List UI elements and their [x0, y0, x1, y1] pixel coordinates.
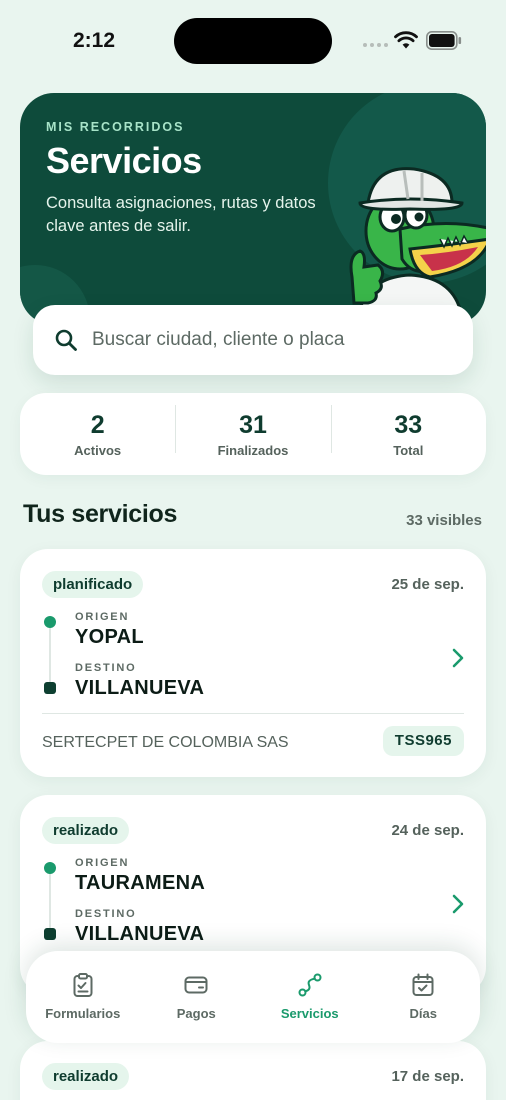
wifi-icon	[394, 31, 418, 49]
tab-label: Formularios	[45, 1006, 121, 1021]
tab-label: Servicios	[280, 1006, 339, 1021]
destination-label: DESTINO	[75, 662, 137, 674]
clipboard-icon	[73, 973, 93, 997]
page-title: Servicios	[46, 140, 202, 181]
destination-marker-icon	[44, 682, 56, 694]
stat-activos: 2 Activos	[20, 411, 175, 458]
route-icon	[298, 973, 322, 997]
section-title: Tus servicios	[23, 500, 178, 528]
visible-count: 33 visibles	[406, 512, 482, 529]
origin-label: ORIGEN	[75, 857, 130, 869]
tab-servicios[interactable]: Servicios	[253, 951, 367, 1043]
service-card[interactable]: planificado 25 de sep. ORIGEN YOPAL DEST…	[20, 549, 486, 777]
hero-description: Consulta asignaciones, rutas y datos cla…	[46, 194, 316, 235]
bottom-tab-bar: Formularios Pagos Servicios Días	[26, 951, 480, 1043]
stat-value: 33	[394, 410, 423, 439]
tab-dias[interactable]: Días	[367, 951, 481, 1043]
divider	[42, 713, 464, 714]
stat-label: Activos	[74, 442, 122, 458]
calendar-icon	[412, 973, 434, 996]
status-bar: 2:12	[0, 0, 506, 84]
stat-label: Finalizados	[217, 442, 289, 458]
service-date: 24 de sep.	[391, 822, 464, 839]
stat-value: 2	[90, 410, 105, 439]
origin-marker-icon	[44, 862, 56, 874]
tab-pagos[interactable]: Pagos	[140, 951, 254, 1043]
service-card[interactable]: realizado 17 de sep.	[20, 1041, 486, 1100]
origin-city: TAURAMENA	[75, 872, 206, 894]
crocodile-mascot-icon	[349, 167, 486, 325]
tab-formularios[interactable]: Formularios	[26, 951, 140, 1043]
service-date: 25 de sep.	[391, 576, 464, 593]
route-line	[49, 625, 51, 687]
stat-label: Total	[393, 442, 424, 458]
status-time: 2:12	[73, 29, 116, 52]
stat-total: 33 Total	[330, 404, 486, 458]
hero-banner: MIS RECORRIDOS Servicios Consulta asigna…	[20, 93, 486, 325]
stat-finalizados: 31 Finalizados	[175, 404, 330, 458]
status-badge: realizado	[42, 1063, 130, 1090]
service-date: 17 de sep.	[391, 1068, 464, 1085]
cellular-signal-icon	[363, 43, 388, 47]
route-line	[49, 871, 51, 933]
wallet-icon	[184, 976, 208, 994]
tab-label: Pagos	[176, 1006, 216, 1021]
battery-icon	[426, 31, 462, 50]
search-bar[interactable]	[33, 305, 473, 375]
stats-summary: 2 Activos 31 Finalizados 33 Total	[20, 393, 486, 475]
origin-city: YOPAL	[75, 626, 144, 648]
chevron-right-icon[interactable]	[452, 648, 464, 668]
destination-city: VILLANUEVA	[75, 923, 205, 945]
dynamic-island	[174, 18, 332, 64]
status-badge: planificado	[42, 571, 144, 598]
search-input[interactable]	[92, 329, 432, 351]
destination-label: DESTINO	[75, 908, 137, 920]
stat-value: 31	[239, 410, 267, 439]
origin-marker-icon	[44, 616, 56, 628]
hero-kicker: MIS RECORRIDOS	[46, 120, 185, 134]
destination-city: VILLANUEVA	[75, 677, 205, 699]
plate-badge: TSS965	[382, 726, 464, 756]
origin-label: ORIGEN	[75, 611, 130, 623]
search-icon	[55, 329, 77, 351]
tab-label: Días	[409, 1006, 437, 1021]
destination-marker-icon	[44, 928, 56, 940]
client-name: SERTECPET DE COLOMBIA SAS	[42, 734, 289, 751]
status-badge: realizado	[42, 817, 130, 844]
chevron-right-icon[interactable]	[452, 894, 464, 914]
